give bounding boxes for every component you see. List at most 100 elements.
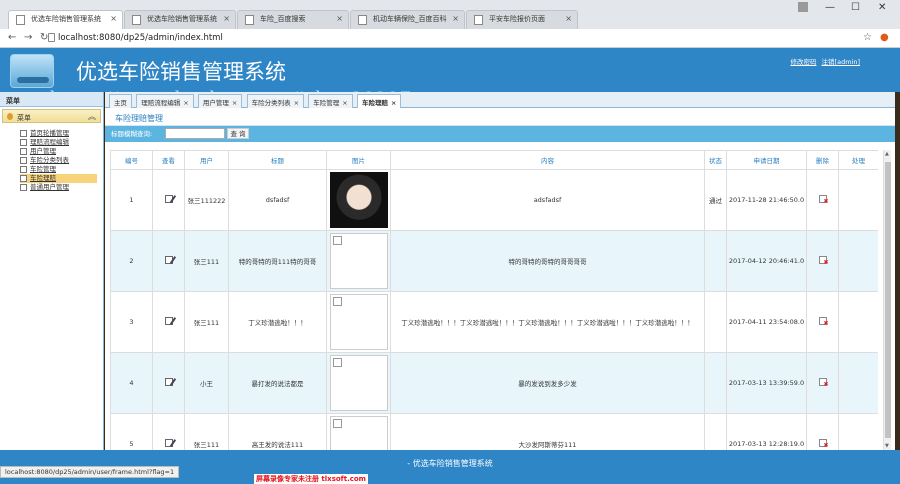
car-icon [474,15,483,25]
delete-icon[interactable] [818,195,829,205]
close-window-icon[interactable]: ✕ [878,2,886,13]
broken-image-icon[interactable] [329,416,388,450]
menu-item[interactable]: 用户管理 [20,147,97,156]
column-header: 申请日期 [726,150,807,170]
page-icon [20,166,27,173]
cell-title: 丁义珍潜逃啦！！！ [228,291,327,353]
cell-date: 2017-03-13 13:39:59.0 [726,352,807,414]
browser-tab[interactable]: 平安车险报价页面 × [466,10,578,29]
cell-handle [838,169,878,231]
paw-icon [245,15,254,25]
cell-id: 1 [110,169,153,231]
cell-delete [806,352,839,414]
cell-content: 大沙发阿斯蒂芬111 [390,413,705,450]
user-icon[interactable] [798,2,808,12]
tab[interactable]: 理赔流程编辑 × [136,94,194,108]
delete-icon[interactable] [818,378,829,388]
close-icon[interactable]: × [223,14,230,23]
cell-title: 暴打发的说法都是 [228,352,327,414]
delete-icon[interactable] [818,317,829,327]
page-icon [20,139,27,146]
broken-image-icon[interactable] [329,294,388,350]
menu-item[interactable]: 理赔流程编辑 [20,138,97,147]
delete-icon[interactable] [818,256,829,266]
tab[interactable]: 用户管理 × [197,94,243,108]
main-panel: 主页 理赔流程编辑 × 用户管理 × 车险分类列表 × 车险管理 × 车险理赔 × 车险理… [105,92,895,450]
tab[interactable]: 车险管理 × [308,94,353,108]
close-icon[interactable]: × [342,99,347,107]
logo [10,54,54,88]
change-password-link[interactable]: 修改密码 [790,58,816,66]
column-header: 删除 [806,150,839,170]
view-icon[interactable] [164,195,173,203]
search-input[interactable] [165,128,225,139]
back-icon[interactable]: ← [8,32,16,43]
info-icon[interactable] [48,33,55,42]
menu-panel-header[interactable]: 菜单 ︽ [2,109,101,123]
table-row: 3 张三111 丁义珍潜逃啦！！！ 丁义珍潜逃啦！！！丁义珍潜逃啦！！！丁义珍潜逃啦！… [110,291,878,353]
url-field[interactable]: localhost:8080/dp25/admin/index.html [58,33,223,43]
scroll-down-icon[interactable]: ▼ [885,443,889,449]
vertical-scrollbar[interactable]: ▲ ▼ [883,150,891,450]
bookmark-star-icon[interactable]: ☆ [863,32,872,43]
cell-id: 2 [110,230,153,292]
cell-status [704,413,727,450]
menu-list: 首页轮播管理 理赔流程编辑 用户管理 车险分类列表 车险管理 车险理赔 普通用户… [0,129,103,192]
extension-icon[interactable]: ● [880,32,889,43]
tab-active[interactable]: 车险理赔 × [356,94,402,108]
scroll-up-icon[interactable]: ▲ [885,151,889,157]
search-button[interactable]: 查 询 [227,128,249,139]
logout-link[interactable]: 注销[admin] [822,58,860,66]
browser-tab[interactable]: 优选车险销售管理系统 × [8,10,123,29]
column-header: 图片 [326,150,391,170]
broken-image-icon[interactable] [329,233,388,289]
cell-content: adsfadsf [390,169,705,231]
cell-status [704,291,727,353]
browser-tab[interactable]: 优选车险销售管理系统 × [124,10,236,29]
close-icon[interactable]: × [391,99,396,107]
cell-user: 张三111 [184,230,229,292]
close-icon[interactable]: × [336,14,343,23]
paw-icon [358,15,367,25]
view-icon[interactable] [164,256,173,264]
browser-tab[interactable]: 车险_百度搜索 × [237,10,349,29]
tab-home[interactable]: 主页 [109,94,132,108]
close-icon[interactable]: × [232,99,237,107]
close-icon[interactable]: × [183,99,188,107]
menu-item-selected[interactable]: 车险理赔 [20,174,97,183]
menu-item[interactable]: 车险分类列表 [20,156,97,165]
cell-user: 张三111222 [184,169,229,231]
cell-date: 2017-11-28 21:46:50.0 [726,169,807,231]
browser-tab[interactable]: 机动车辆保险_百度百科 × [350,10,465,29]
delete-icon[interactable] [818,439,829,449]
minimize-icon[interactable]: — [825,2,835,13]
menu-item[interactable]: 首页轮播管理 [20,129,97,138]
thumbnail-image[interactable] [329,172,388,228]
cell-handle [838,230,878,292]
cell-status: 通过 [704,169,727,231]
cell-title: dsfadsf [228,169,327,231]
close-icon[interactable]: × [110,14,117,23]
maximize-icon[interactable]: ☐ [851,2,860,13]
menu-item[interactable]: 车险管理 [20,165,97,174]
scroll-thumb[interactable] [885,162,891,438]
forward-icon[interactable]: → [24,32,32,43]
close-icon[interactable]: × [452,14,459,23]
menu-item[interactable]: 普通用户管理 [20,183,97,192]
cell-view [152,291,185,353]
cell-delete [806,413,839,450]
view-icon[interactable] [164,378,173,386]
view-icon[interactable] [164,317,173,325]
close-icon[interactable]: × [294,99,299,107]
view-icon[interactable] [164,439,173,447]
close-icon[interactable]: × [565,14,572,23]
cell-handle [838,413,878,450]
page-title: 车险理赔管理 [105,108,895,126]
table-row: 5 张三111 高王发的说法111 大沙发阿斯蒂芬111 2017-03-13 12:2… [110,413,878,450]
cell-id: 4 [110,352,153,414]
broken-image-icon[interactable] [329,355,388,411]
collapse-icon[interactable]: ︽ [88,111,96,122]
tab[interactable]: 车险分类列表 × [246,94,305,108]
cell-user: 小王 [184,352,229,414]
cell-date: 2017-04-12 20:46:41.0 [726,230,807,292]
